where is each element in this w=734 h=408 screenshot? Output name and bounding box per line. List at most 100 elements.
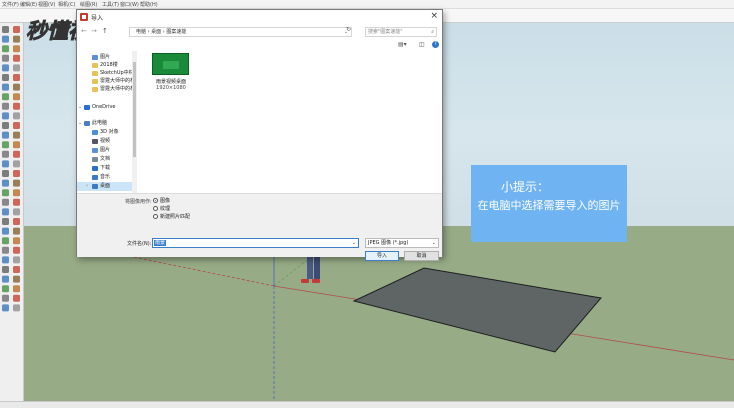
tool-button-icon[interactable] xyxy=(2,304,9,312)
forward-arrow-icon[interactable]: → xyxy=(91,27,97,35)
nav-item[interactable]: › 桌面 xyxy=(77,182,137,191)
tool-button-icon[interactable] xyxy=(13,218,20,225)
expand-arrow-icon[interactable]: ⌄ xyxy=(78,103,82,112)
tool-icons[interactable] xyxy=(0,23,24,323)
tool-button-icon[interactable] xyxy=(13,150,20,158)
tool-button-icon[interactable] xyxy=(13,266,20,273)
tool-button-icon[interactable] xyxy=(13,45,20,53)
menu-window[interactable]: 窗口(W) xyxy=(120,1,139,8)
tool-button-icon[interactable] xyxy=(13,285,20,293)
tool-button-icon[interactable] xyxy=(2,179,9,187)
tool-button-icon[interactable] xyxy=(13,160,20,168)
cancel-button[interactable]: 取消 xyxy=(404,251,439,261)
tool-button-icon[interactable] xyxy=(13,26,20,33)
tool-button-icon[interactable] xyxy=(2,218,9,225)
nav-item[interactable]: ⌄ OneDrive xyxy=(77,103,137,112)
tool-button-icon[interactable] xyxy=(2,237,9,245)
tool-button-icon[interactable] xyxy=(13,170,20,177)
tool-button-icon[interactable] xyxy=(13,93,20,101)
tool-button-icon[interactable] xyxy=(13,83,20,91)
import-button[interactable]: 导入 xyxy=(365,251,399,261)
tool-button-icon[interactable] xyxy=(13,198,20,206)
tool-button-icon[interactable] xyxy=(2,285,9,293)
tool-button-icon[interactable] xyxy=(13,131,20,139)
help-icon[interactable]: ? xyxy=(432,41,439,48)
tool-button-icon[interactable] xyxy=(13,294,20,302)
radio-image-label[interactable]: 图像 xyxy=(160,197,170,204)
filename-input[interactable]: 雨景 ⌄ xyxy=(152,238,359,248)
tool-button-icon[interactable] xyxy=(2,83,9,91)
menu-help[interactable]: 帮助(H) xyxy=(140,1,158,8)
nav-item[interactable]: 下载 xyxy=(77,164,137,173)
tool-button-icon[interactable] xyxy=(2,35,9,43)
tool-button-icon[interactable] xyxy=(2,294,9,302)
tool-button-icon[interactable] xyxy=(13,141,20,149)
tool-button-icon[interactable] xyxy=(13,112,20,120)
tool-button-icon[interactable] xyxy=(13,179,20,187)
tool-button-icon[interactable] xyxy=(2,54,9,62)
radio-image[interactable] xyxy=(153,198,158,203)
nav-item[interactable]: ⌄ 此电脑 xyxy=(77,119,137,128)
menu-camera[interactable]: 相机(C) xyxy=(58,1,75,8)
tool-button-icon[interactable] xyxy=(13,54,20,62)
tool-button-icon[interactable] xyxy=(2,246,9,254)
tool-button-icon[interactable] xyxy=(2,256,9,264)
chevron-down-icon[interactable]: ⌄ xyxy=(352,240,356,246)
tool-button-icon[interactable] xyxy=(13,122,20,129)
preview-pane-icon[interactable]: ◫ xyxy=(419,41,425,48)
tool-button-icon[interactable] xyxy=(13,304,20,312)
tool-button-icon[interactable] xyxy=(2,208,9,216)
tool-button-icon[interactable] xyxy=(2,112,9,120)
radio-texture-label[interactable]: 纹理 xyxy=(160,205,170,212)
radio-photo-match-label[interactable]: 新建照片匹配 xyxy=(160,213,190,220)
tool-button-icon[interactable] xyxy=(13,64,20,72)
expand-arrow-icon[interactable]: ⌄ xyxy=(78,119,82,128)
image-plane-rectangle[interactable] xyxy=(352,267,602,353)
tool-button-icon[interactable] xyxy=(2,26,9,33)
address-bar[interactable]: 电脑 › 桌面 › 图案速能 ⌄ xyxy=(129,27,352,37)
tool-button-icon[interactable] xyxy=(2,227,9,235)
close-icon[interactable]: × xyxy=(430,11,438,21)
tool-button-icon[interactable] xyxy=(13,227,20,235)
tool-button-icon[interactable] xyxy=(13,246,20,254)
file-item[interactable]: 雨景视频桌面 1920×1080 xyxy=(144,51,200,95)
nav-item[interactable]: 文档 xyxy=(77,155,137,164)
nav-scrollbar-thumb[interactable] xyxy=(133,62,136,157)
search-input[interactable]: 搜索"图案速能" ⌕ xyxy=(365,27,437,37)
tool-button-icon[interactable] xyxy=(2,198,9,206)
tool-button-icon[interactable] xyxy=(2,122,9,129)
tool-button-icon[interactable] xyxy=(2,64,9,72)
tool-button-icon[interactable] xyxy=(2,189,9,197)
tool-button-icon[interactable] xyxy=(13,237,20,245)
view-options-icon[interactable]: ▤▾ xyxy=(398,41,407,48)
tool-button-icon[interactable] xyxy=(2,150,9,158)
dialog-titlebar[interactable]: 导入 × xyxy=(77,10,442,24)
menu-draw[interactable]: 绘图(R) xyxy=(80,1,97,8)
nav-item[interactable]: 音乐 xyxy=(77,173,137,182)
menu-file[interactable]: 文件(F) xyxy=(2,1,19,8)
menu-tools[interactable]: 工具(T) xyxy=(102,1,119,8)
tool-button-icon[interactable] xyxy=(2,141,9,149)
tool-button-icon[interactable] xyxy=(2,275,9,283)
tool-button-icon[interactable] xyxy=(13,208,20,216)
nav-item[interactable]: 图片 xyxy=(77,146,137,155)
expand-arrow-icon[interactable]: › xyxy=(86,182,88,191)
nav-item[interactable]: 视频 xyxy=(77,137,137,146)
nav-item[interactable]: 雷霆大师中的材 xyxy=(77,85,137,94)
tool-button-icon[interactable] xyxy=(13,74,20,81)
tool-button-icon[interactable] xyxy=(2,102,9,110)
tool-button-icon[interactable] xyxy=(2,45,9,53)
tool-button-icon[interactable] xyxy=(2,131,9,139)
tool-button-icon[interactable] xyxy=(2,170,9,177)
tool-button-icon[interactable] xyxy=(13,102,20,110)
nav-item[interactable]: 3D 对象 xyxy=(77,128,137,137)
tool-button-icon[interactable] xyxy=(13,189,20,197)
back-arrow-icon[interactable]: ← xyxy=(81,27,87,35)
menu-view[interactable]: 视图(V) xyxy=(38,1,55,8)
tool-button-icon[interactable] xyxy=(13,35,20,43)
tool-button-icon[interactable] xyxy=(13,275,20,283)
filetype-select[interactable]: JPEG 图像 (*.jpg) ⌄ xyxy=(365,238,439,248)
radio-texture[interactable] xyxy=(153,206,158,211)
tool-button-icon[interactable] xyxy=(2,93,9,101)
refresh-icon[interactable]: ↻ xyxy=(346,26,351,33)
